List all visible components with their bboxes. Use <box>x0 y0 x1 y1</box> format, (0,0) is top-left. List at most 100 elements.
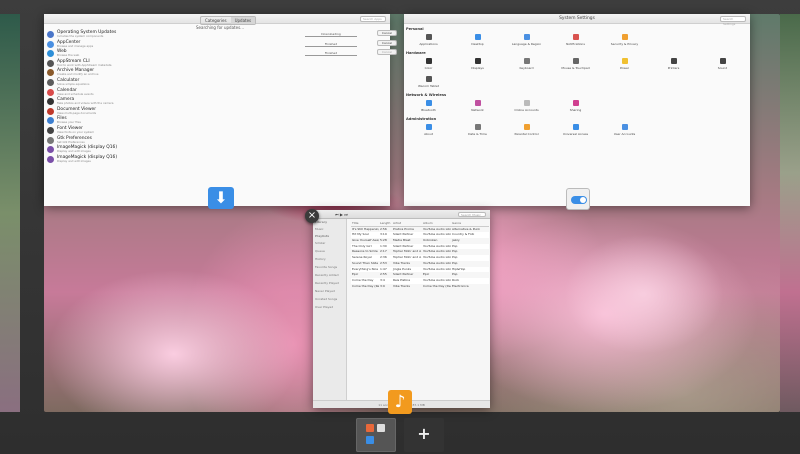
tab-categories[interactable]: Categories <box>201 17 231 24</box>
appcenter-search-input[interactable]: Search Apps <box>360 16 386 22</box>
update-list-item[interactable]: Files Browse your files <box>47 116 387 126</box>
settings-plug[interactable]: About <box>404 122 453 140</box>
settings-plug[interactable]: Mouse & Touchpad <box>551 56 600 74</box>
cancel-button[interactable]: Cancel <box>377 30 397 36</box>
sidebar-item[interactable]: Music <box>313 225 346 233</box>
appcenter-titlebar[interactable]: Categories Updates Search Apps <box>44 14 390 25</box>
sidebar-item[interactable]: Never Played <box>313 287 346 295</box>
update-list-item[interactable]: Gtk Preferences Set Gtk Preferences <box>47 136 387 146</box>
music-window[interactable]: ⏮ ▶ ⏭ Search Music Library Music Playlists… <box>313 210 490 408</box>
settings-plug[interactable]: Network <box>453 98 502 116</box>
settings-plug[interactable]: Sound <box>698 56 747 74</box>
cancel-button[interactable]: Cancel <box>377 39 397 46</box>
plug-icon <box>621 58 628 64</box>
system-settings-window[interactable]: System Settings Search Settings Personal… <box>404 14 750 206</box>
settings-plug[interactable]: Applications <box>404 32 453 50</box>
column-header[interactable]: Artist <box>392 221 422 226</box>
settings-plug[interactable]: Displays <box>453 56 502 74</box>
plug-icon <box>474 124 481 130</box>
update-list-item[interactable]: Web Browse the web Finished Cancel <box>47 49 397 59</box>
sidebar-item[interactable]: Unrated Songs <box>313 295 346 303</box>
appcenter-download-icon[interactable]: ⬇ <box>208 187 234 209</box>
plug-icon <box>572 100 579 106</box>
settings-toggle-icon[interactable] <box>566 188 590 210</box>
update-list-item[interactable]: Calendar View and schedule events <box>47 88 387 98</box>
plug-label: Date & Time <box>468 132 487 136</box>
update-list-item[interactable]: Font Viewer View fonts on your system <box>47 126 387 136</box>
settings-plug[interactable]: Power <box>600 56 649 74</box>
sidebar-item[interactable]: History <box>313 255 346 263</box>
plug-label: Mouse & Touchpad <box>561 66 590 70</box>
music-note-icon[interactable]: ♪ <box>388 390 412 414</box>
workspace-thumbnail-current[interactable] <box>356 418 396 452</box>
song-table: Title Length Artist Album Genre It's Still Ha… <box>351 221 489 289</box>
settings-plug[interactable]: Desktop <box>453 32 502 50</box>
settings-row: Bluetooth Network Online Accounts Sharing <box>404 98 750 116</box>
settings-plug[interactable]: Universal Access <box>551 122 600 140</box>
app-description: View multi-page documents <box>57 110 97 115</box>
update-list-item[interactable]: ImageMagick (display Q16) Display and edi… <box>47 155 387 165</box>
sidebar-item[interactable]: Over Played <box>313 303 346 311</box>
tab-updates[interactable]: Updates <box>230 17 256 24</box>
plug-label: Security & Privacy <box>610 42 639 46</box>
playback-controls[interactable]: ⏮ ▶ ⏭ <box>335 212 348 217</box>
update-list-item[interactable]: Operating System Updates Includes the sys… <box>47 30 397 40</box>
plug-icon <box>474 100 481 106</box>
update-list-item[interactable]: Calculator Solve simple equations <box>47 78 387 88</box>
settings-plug[interactable]: Security & Privacy <box>600 32 649 50</box>
settings-titlebar[interactable]: System Settings Search Settings <box>404 14 750 26</box>
table-row[interactable]: Come the Day (Ree)3:9 Vibe Tracks Come the… <box>351 284 489 290</box>
update-list-item[interactable]: AppCenter Browse and manage apps Finished C… <box>47 39 397 50</box>
update-list-item[interactable]: AppStream CLI Tool to work with AppStream… <box>47 59 387 69</box>
settings-plug[interactable]: User Accounts <box>600 122 649 140</box>
update-list-item[interactable]: ImageMagick (display Q16) Display and edi… <box>47 145 387 155</box>
appcenter-view-switcher[interactable]: Categories Updates <box>200 16 257 25</box>
update-list-item[interactable]: Document Viewer View multi-page documents <box>47 107 387 117</box>
plug-icon <box>474 58 481 64</box>
sidebar-item[interactable]: Recently Played <box>313 279 346 287</box>
column-header[interactable]: Title <box>351 221 379 226</box>
settings-plug[interactable]: Printers <box>649 56 698 74</box>
settings-plug[interactable]: Keyboard <box>502 56 551 74</box>
appcenter-window[interactable]: Categories Updates Search Apps Searching… <box>44 14 397 206</box>
settings-plug[interactable]: Parental Control <box>502 122 551 140</box>
settings-plug[interactable]: Wacom Tablet <box>404 74 453 92</box>
update-list-item[interactable]: Camera Take photos and videos with the ca… <box>47 97 387 107</box>
settings-plug[interactable]: Date & Time <box>453 122 502 140</box>
music-titlebar[interactable]: ⏮ ▶ ⏭ Search Music <box>313 210 490 219</box>
sidebar-item[interactable]: Recently Added <box>313 271 346 279</box>
plug-label: Printers <box>667 66 680 70</box>
plug-label: Bluetooth <box>421 108 436 112</box>
update-list-item[interactable]: Archive Manager Create and modify an arch… <box>47 68 387 78</box>
settings-plug[interactable]: Color <box>404 56 453 74</box>
app-icon <box>47 59 54 67</box>
settings-plug[interactable]: Sharing <box>551 98 600 116</box>
settings-plug[interactable]: Bluetooth <box>404 98 453 116</box>
plug-icon <box>474 34 481 40</box>
close-window-icon[interactable]: × <box>305 209 319 223</box>
music-search-input[interactable]: Search Music <box>458 212 486 217</box>
sidebar-item[interactable]: Queue <box>313 247 346 255</box>
plug-label: Displays <box>471 66 484 70</box>
column-header[interactable]: Genre <box>451 221 483 226</box>
next-workspace-preview[interactable] <box>780 14 800 412</box>
mini-app-icon <box>377 424 385 432</box>
sidebar-item[interactable]: Favorite Songs <box>313 263 346 271</box>
sidebar-item[interactable]: Similar <box>313 239 346 247</box>
plug-label: Network <box>471 108 484 112</box>
settings-plug[interactable]: Language & Region <box>502 32 551 50</box>
previous-workspace-preview[interactable] <box>0 14 20 412</box>
app-text: Calendar View and schedule events <box>57 88 94 96</box>
column-header[interactable]: Album <box>422 221 451 226</box>
settings-search-input[interactable]: Search Settings <box>720 16 746 26</box>
plug-icon <box>523 34 530 40</box>
settings-plug[interactable]: Notifications <box>551 32 600 50</box>
cancel-button[interactable]: Cancel <box>377 49 397 56</box>
settings-plug[interactable]: Online Accounts <box>502 98 551 116</box>
plug-label: Universal Access <box>562 132 589 136</box>
plug-icon <box>572 34 579 40</box>
add-workspace-button[interactable]: + <box>404 418 444 452</box>
app-text: Camera Take photos and videos with the ca… <box>57 97 114 105</box>
settings-row: Wacom Tablet <box>404 74 750 92</box>
column-header[interactable]: Length <box>379 221 392 226</box>
